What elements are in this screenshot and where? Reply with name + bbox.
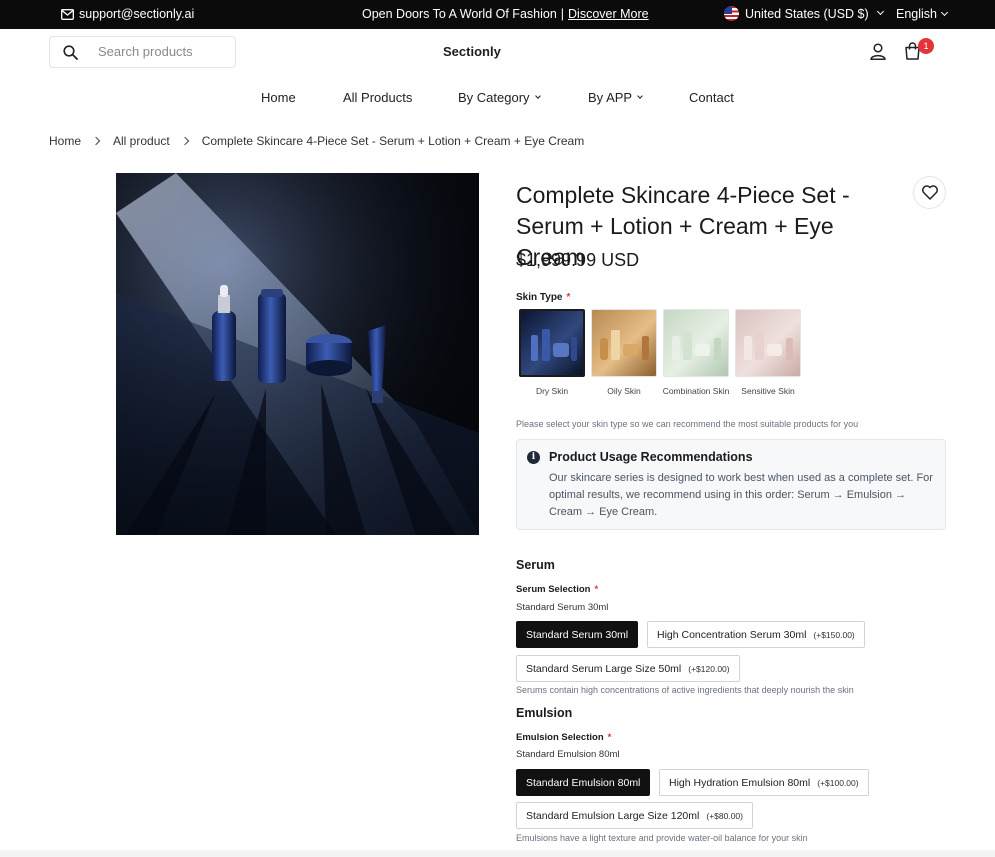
required-marker: *	[607, 732, 612, 743]
skin-type-thumbnail	[519, 309, 585, 377]
usage-heading: Product Usage Recommendations	[549, 450, 753, 464]
promo-banner: Open Doors To A World Of Fashion | Discove…	[362, 7, 649, 21]
mail-icon	[61, 8, 74, 20]
option-label: Standard Emulsion 80ml	[526, 776, 641, 789]
nav-item-label: By APP	[588, 90, 633, 105]
skin-type-option-dry[interactable]: Dry Skin	[516, 309, 588, 398]
nav-item-label: All Products	[343, 90, 413, 105]
emulsion-option-large-size[interactable]: Standard Emulsion Large Size 120ml (+$80.…	[516, 802, 753, 829]
skin-type-option-combination[interactable]: Combination Skin	[660, 309, 732, 398]
language-label: English	[896, 7, 937, 21]
skin-type-label: Skin Type *	[516, 292, 570, 303]
emulsion-selection-label-text: Emulsion Selection	[516, 732, 604, 743]
skin-type-option-oily[interactable]: Oily Skin	[588, 309, 660, 398]
promo-text: Open Doors To A World Of Fashion	[362, 7, 557, 21]
option-label: Standard Emulsion Large Size 120ml	[526, 809, 700, 822]
skin-type-thumbnail	[591, 309, 657, 377]
promo-separator: |	[560, 7, 565, 21]
search-icon[interactable]	[63, 45, 78, 60]
chevron-right-icon	[91, 136, 101, 146]
emulsion-current-selection: Standard Emulsion 80ml	[516, 749, 620, 760]
product-price: $1,999.99 USD	[516, 250, 640, 270]
nav-item-label: Contact	[689, 90, 734, 105]
language-selector[interactable]: English	[896, 7, 949, 21]
skin-type-caption: Dry Skin	[535, 386, 569, 396]
serum-selection-label-text: Serum Selection	[516, 584, 591, 595]
skin-type-thumbnail	[735, 309, 801, 377]
serum-option-standard[interactable]: Standard Serum 30ml	[516, 621, 639, 648]
heart-icon	[921, 185, 938, 200]
skin-type-caption: Oily Skin	[607, 386, 641, 396]
emulsion-option-standard[interactable]: Standard Emulsion 80ml	[516, 769, 651, 796]
option-price-addon: (+$120.00)	[688, 663, 730, 674]
skin-type-caption: Combination Skin	[662, 386, 730, 396]
usage-body: Our skincare series is designed to work …	[549, 472, 933, 518]
option-price-addon: (+$80.00)	[706, 810, 743, 821]
nav-item-by-app[interactable]: By APP	[588, 90, 643, 105]
currency-label: United States (USD $)	[745, 6, 869, 21]
support-email[interactable]: support@sectionly.ai	[61, 7, 194, 21]
product-image[interactable]	[116, 173, 479, 535]
serum-section-title: Serum	[516, 558, 555, 572]
skin-type-hint: Please select your skin type so we can r…	[516, 419, 859, 429]
option-price-addon: (+$150.00)	[813, 629, 855, 640]
main-nav: Home All Products By Category By APP Con…	[0, 90, 995, 108]
serum-option-high-concentration[interactable]: High Concentration Serum 30ml (+$150.00)	[647, 621, 865, 648]
required-marker: *	[594, 584, 599, 595]
serum-current-selection: Standard Serum 30ml	[516, 602, 609, 613]
serum-note: Serums contain high concentrations of ac…	[516, 685, 854, 695]
emulsion-option-high-hydration[interactable]: High Hydration Emulsion 80ml (+$100.00)	[659, 769, 869, 796]
breadcrumb-all-product[interactable]: All product	[113, 134, 170, 148]
nav-item-by-category[interactable]: By Category	[458, 90, 541, 105]
page-footer-edge	[0, 850, 995, 857]
account-icon[interactable]	[870, 43, 886, 60]
serum-option-large-size[interactable]: Standard Serum Large Size 50ml (+$120.00)	[516, 655, 740, 682]
search-box	[49, 36, 236, 68]
skin-type-options: Dry Skin Oily Skin Combination Skin Sens…	[516, 309, 804, 398]
product-photo-illustration	[116, 173, 479, 535]
nav-item-home[interactable]: Home	[261, 90, 296, 105]
option-label: High Concentration Serum 30ml	[657, 628, 807, 641]
emulsion-selection-label: Emulsion Selection *	[516, 732, 611, 743]
nav-item-all-products[interactable]: All Products	[343, 90, 412, 105]
us-flag-icon	[724, 6, 739, 21]
nav-item-label: Home	[261, 90, 296, 105]
breadcrumb-current: Complete Skincare 4-Piece Set - Serum + …	[201, 134, 585, 148]
search-input[interactable]	[98, 44, 228, 59]
discover-more-link[interactable]: Discover More	[568, 7, 649, 21]
breadcrumb-home[interactable]: Home	[49, 134, 81, 148]
info-icon: i	[527, 451, 540, 464]
option-label: Standard Serum 30ml	[526, 628, 629, 641]
required-marker: *	[566, 292, 571, 303]
skin-type-caption: Sensitive Skin	[741, 386, 795, 396]
chevron-down-icon	[637, 92, 643, 99]
nav-item-contact[interactable]: Contact	[689, 90, 734, 105]
nav-item-label: By Category	[458, 90, 530, 105]
emulsion-section-title: Emulsion	[516, 706, 573, 720]
site-logo[interactable]: Sectionly	[443, 44, 501, 59]
emulsion-note: Emulsions have a light texture and provi…	[516, 833, 808, 843]
option-price-addon: (+$100.00)	[817, 777, 859, 788]
serum-selection-label: Serum Selection *	[516, 584, 598, 595]
chevron-down-icon	[534, 92, 541, 99]
option-label: Standard Serum Large Size 50ml	[526, 662, 682, 675]
skin-type-label-text: Skin Type	[516, 292, 563, 303]
option-label: High Hydration Emulsion 80ml	[669, 776, 811, 789]
skin-type-thumbnail	[663, 309, 729, 377]
chevron-down-icon	[876, 7, 884, 16]
usage-recommendations-panel: i Product Usage Recommendations Our skin…	[516, 439, 946, 530]
chevron-right-icon	[180, 136, 189, 146]
wishlist-button[interactable]	[913, 176, 946, 209]
cart-count-badge: 1	[918, 38, 934, 54]
currency-selector[interactable]: United States (USD $)	[724, 6, 884, 21]
chevron-down-icon	[940, 8, 949, 16]
support-email-text: support@sectionly.ai	[79, 7, 195, 21]
announcement-bar: support@sectionly.ai Open Doors To A Wor…	[0, 0, 995, 29]
skin-type-option-sensitive[interactable]: Sensitive Skin	[732, 309, 804, 398]
breadcrumb: Home All product Complete Skincare 4-Pie…	[49, 134, 584, 148]
